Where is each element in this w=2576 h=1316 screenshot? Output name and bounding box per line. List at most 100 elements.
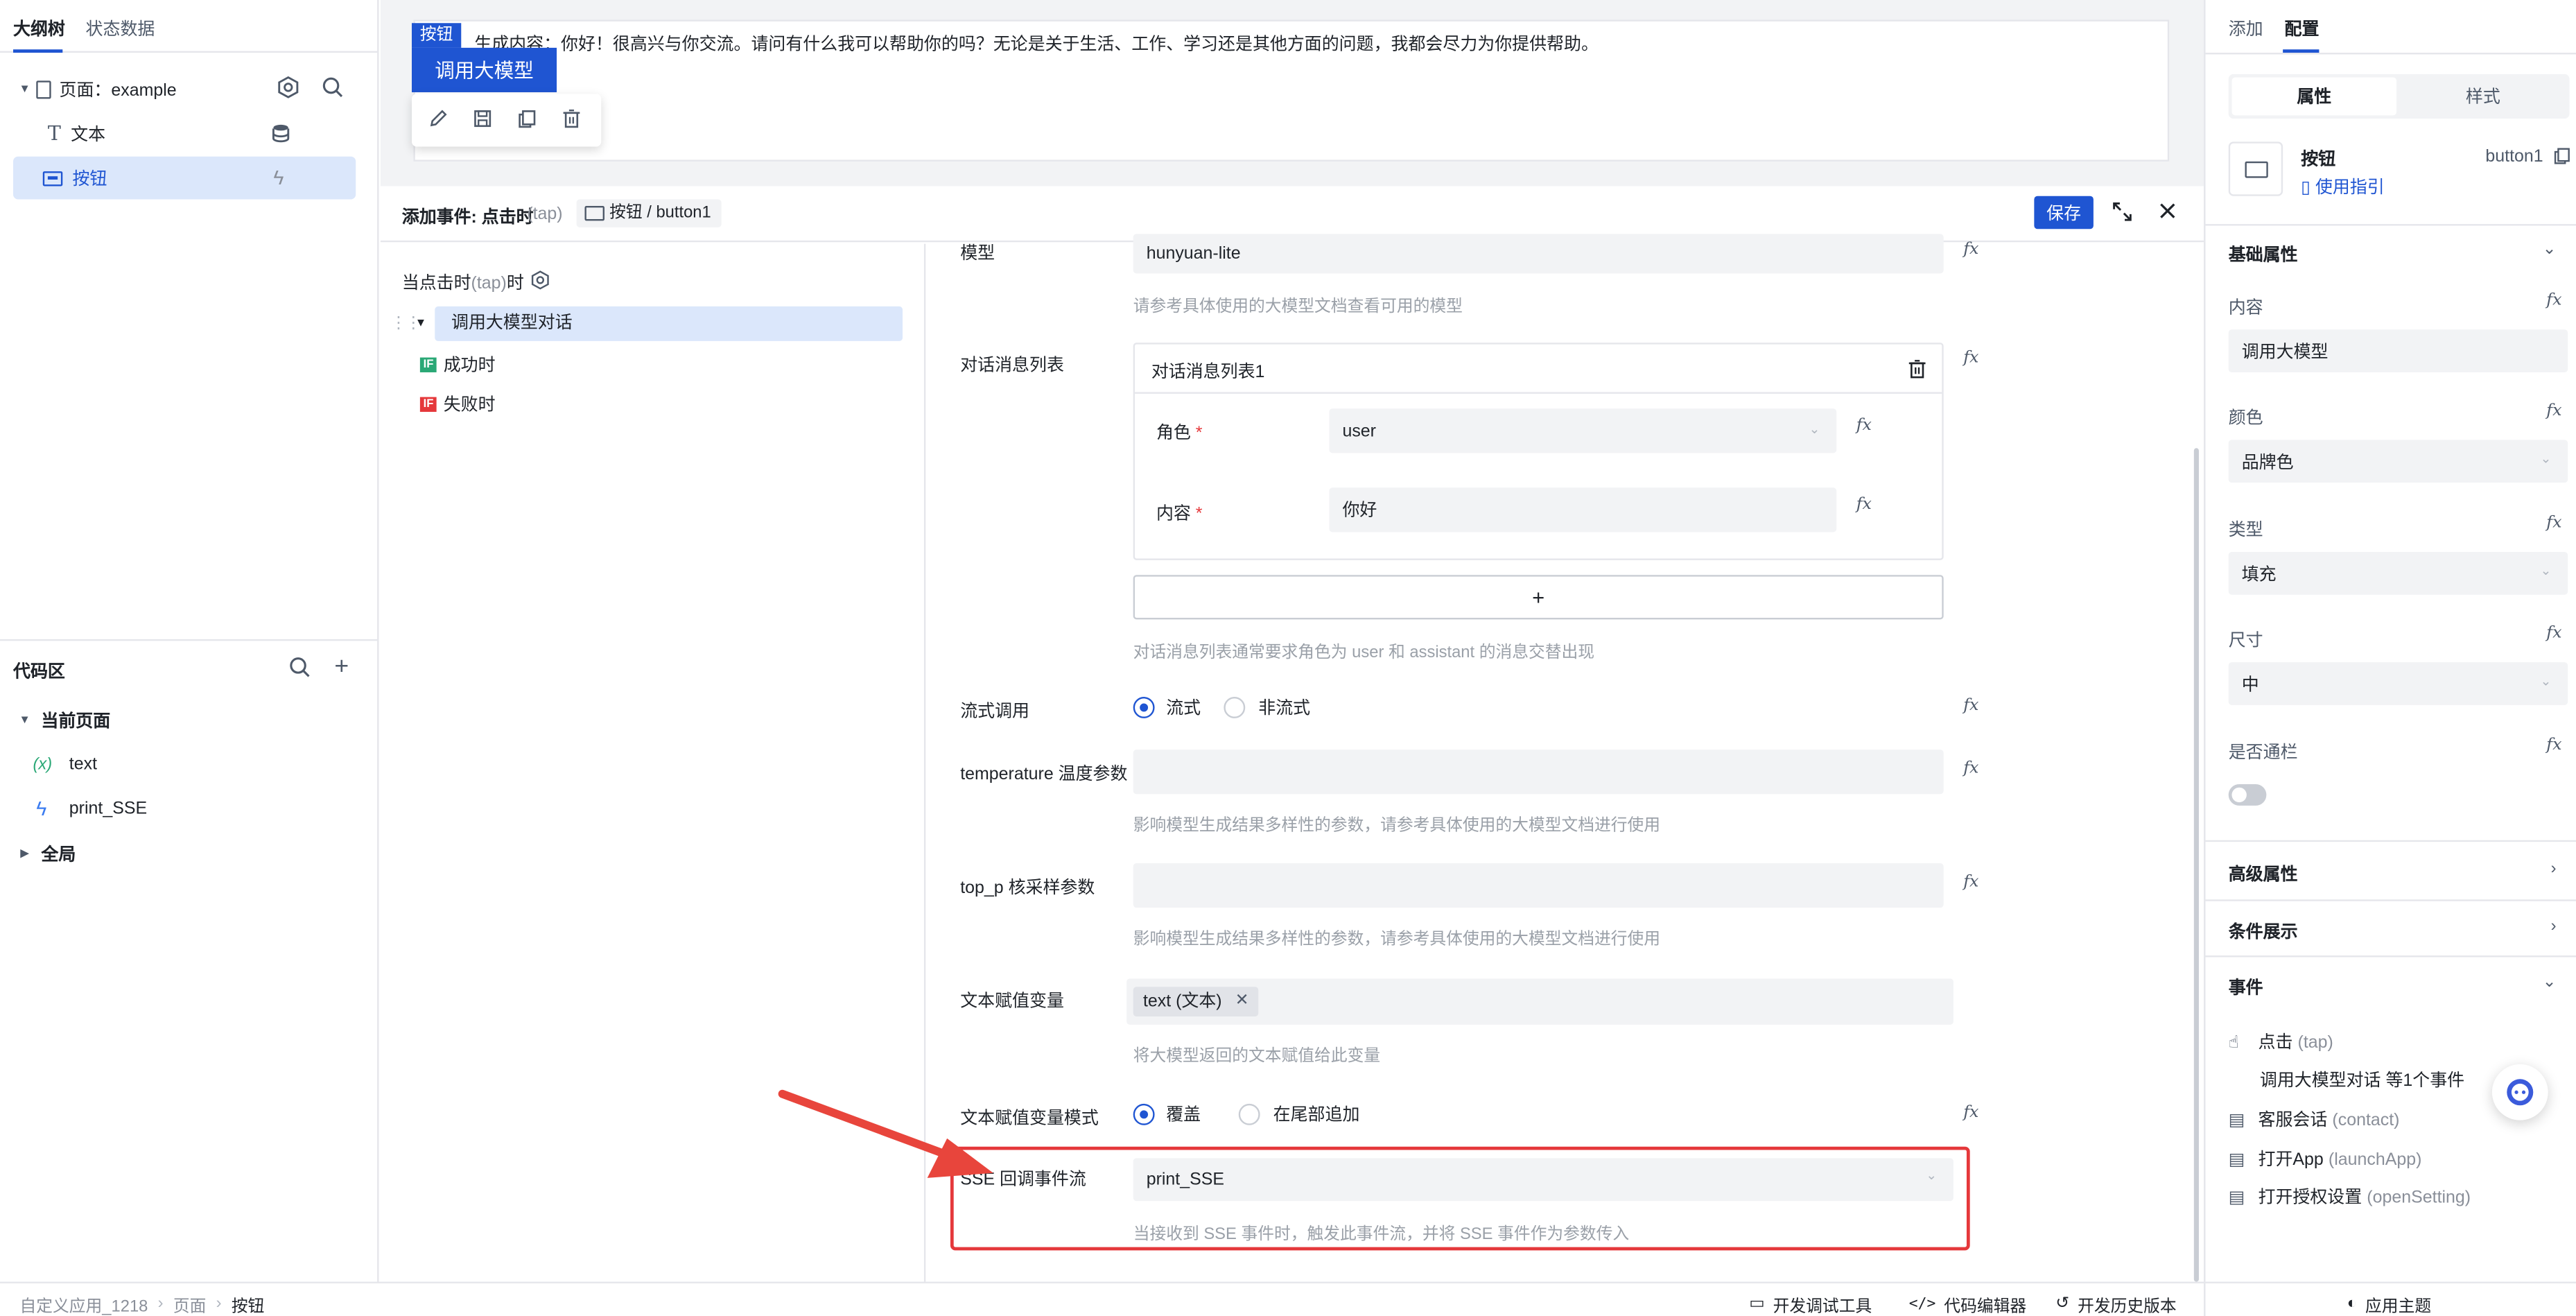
- save-button[interactable]: 保存: [2034, 196, 2094, 230]
- role-select[interactable]: user ⌄: [1329, 408, 1837, 453]
- settings-icon[interactable]: [277, 76, 299, 103]
- fx-icon[interactable]: fx: [2546, 736, 2561, 754]
- fx-icon[interactable]: fx: [2546, 402, 2561, 420]
- breadcrumb-app[interactable]: 自定义应用_1218: [20, 1292, 148, 1316]
- fx-icon[interactable]: fx: [2546, 514, 2561, 532]
- code-item-text[interactable]: (x) text: [13, 743, 356, 786]
- code-area-title: 代码区: [13, 662, 65, 682]
- breadcrumb-page[interactable]: 页面: [173, 1292, 207, 1316]
- history-button[interactable]: ↺ 开发历史版本: [2055, 1292, 2176, 1316]
- preview-button[interactable]: 调用大模型: [412, 47, 557, 93]
- prop-color-select[interactable]: 品牌色 ⌄: [2228, 440, 2568, 483]
- mode-radio-group: 覆盖 在尾部追加: [1133, 1102, 1359, 1127]
- theme-button[interactable]: ◐ 应用主题: [2347, 1292, 2431, 1316]
- save-icon[interactable]: [473, 109, 493, 134]
- caret-down-icon[interactable]: ▼: [415, 318, 426, 330]
- dev-tools-button[interactable]: ▭ 开发调试工具: [1749, 1292, 1872, 1316]
- caret-right-icon[interactable]: ▶: [13, 847, 36, 860]
- temperature-hint: 影响模型生成结果多样性的参数，请参考具体使用的大模型文档进行使用: [1133, 817, 1661, 836]
- tab-outline[interactable]: 大纲树: [13, 17, 65, 42]
- sse-select[interactable]: print_SSE ⌄: [1133, 1158, 1953, 1202]
- fx-icon[interactable]: fx: [2546, 292, 2561, 310]
- fx-icon[interactable]: fx: [1963, 241, 1978, 259]
- add-icon[interactable]: +: [334, 652, 349, 680]
- tab-state-data[interactable]: 状态数据: [86, 17, 155, 42]
- chevron-down-icon[interactable]: ⌄: [2543, 241, 2557, 259]
- action-item[interactable]: 调用大模型对话: [435, 306, 903, 341]
- scrollbar[interactable]: [2193, 448, 2199, 1282]
- event-contact-label: 客服会话: [2258, 1110, 2328, 1130]
- prop-type-select[interactable]: 填充 ⌄: [2228, 551, 2568, 595]
- code-editor-button[interactable]: </> 代码编辑器: [1909, 1292, 2026, 1316]
- radio-cover[interactable]: [1133, 1103, 1155, 1125]
- success-branch[interactable]: IF 成功时: [419, 352, 496, 377]
- prop-size-select[interactable]: 中 ⌄: [2228, 662, 2568, 705]
- fx-icon[interactable]: fx: [1963, 759, 1978, 777]
- code-current-page[interactable]: ▼ 当前页面: [13, 698, 356, 741]
- prop-content-input[interactable]: 调用大模型: [2228, 329, 2568, 372]
- code-global[interactable]: ▶ 全局: [13, 832, 356, 875]
- caret-down-icon[interactable]: ▼: [13, 83, 36, 95]
- stream-label: 流式调用: [960, 702, 1029, 722]
- event-contact[interactable]: ▤ 客服会话 (contact): [2229, 1107, 2400, 1132]
- code-item-print-sse[interactable]: ϟ print_SSE: [13, 788, 356, 831]
- chevron-right-icon[interactable]: ›: [2551, 917, 2557, 935]
- edit-icon[interactable]: [428, 109, 449, 134]
- close-icon[interactable]: [2158, 201, 2178, 226]
- assistant-float-button[interactable]: [2491, 1064, 2548, 1120]
- caret-down-icon[interactable]: ▼: [13, 714, 36, 726]
- close-icon[interactable]: ✕: [1235, 987, 1249, 1016]
- text-var-select[interactable]: text (文本) ✕: [1126, 978, 1953, 1025]
- search-icon[interactable]: [288, 656, 311, 684]
- settings-icon[interactable]: [530, 270, 550, 295]
- component-tag: 按钮: [412, 23, 462, 48]
- event-tap[interactable]: ☝ 点击 (tap): [2229, 1030, 2333, 1055]
- copy-icon[interactable]: [517, 109, 537, 134]
- condition-title[interactable]: 条件展示: [2229, 919, 2298, 944]
- search-icon[interactable]: [321, 76, 344, 103]
- chevron-right-icon[interactable]: ›: [2551, 860, 2557, 878]
- trash-icon[interactable]: [1907, 359, 1927, 384]
- subtab-style[interactable]: 样式: [2400, 78, 2566, 116]
- tab-add[interactable]: 添加: [2229, 17, 2263, 42]
- fx-icon[interactable]: fx: [1856, 496, 1872, 514]
- event-open-setting[interactable]: ▤ 打开授权设置 (openSetting): [2229, 1184, 2471, 1209]
- fx-icon[interactable]: fx: [2546, 625, 2561, 643]
- fx-icon[interactable]: fx: [1963, 349, 1978, 367]
- block-toggle[interactable]: [2228, 783, 2267, 806]
- chevron-down-icon[interactable]: ⌄: [2543, 973, 2557, 992]
- radio-non-stream[interactable]: [1224, 697, 1246, 718]
- expand-icon[interactable]: [2112, 201, 2133, 227]
- temperature-input[interactable]: [1133, 750, 1944, 795]
- radio-append[interactable]: [1238, 1103, 1260, 1125]
- trash-icon[interactable]: [562, 109, 582, 134]
- event-form: 模型 hunyuan-lite fx 请参考具体使用的大模型文档查看可用的模型 …: [928, 234, 2204, 1282]
- tree-item-button[interactable]: 按钮 ϟ: [13, 156, 356, 200]
- trigger-row: 当点击时 (tap) 时: [402, 270, 550, 295]
- fx-icon[interactable]: fx: [1963, 697, 1978, 715]
- event-tap-sub: (tap): [2297, 1032, 2333, 1053]
- fx-icon[interactable]: fx: [1856, 417, 1872, 435]
- radio-stream[interactable]: [1133, 697, 1155, 718]
- advanced-props-title[interactable]: 高级属性: [2229, 862, 2298, 887]
- breadcrumb-component[interactable]: 按钮: [232, 1292, 265, 1316]
- content-input[interactable]: 你好: [1329, 487, 1837, 533]
- sse-hint: 当接收到 SSE 事件时，触发此事件流，并将 SSE 事件作为参数传入: [1133, 1225, 1630, 1244]
- fx-icon[interactable]: fx: [1963, 1104, 1978, 1122]
- fx-icon[interactable]: fx: [1963, 873, 1978, 891]
- tab-config[interactable]: 配置: [2285, 17, 2320, 42]
- copy-icon[interactable]: [2553, 146, 2571, 169]
- tap-summary[interactable]: 调用大模型对话 等1个事件: [2260, 1068, 2464, 1093]
- add-message-button[interactable]: +: [1133, 575, 1944, 620]
- prop-type-value: 填充: [2241, 564, 2277, 585]
- event-launch-app[interactable]: ▤ 打开App (launchApp): [2229, 1147, 2422, 1172]
- model-input[interactable]: hunyuan-lite: [1133, 234, 1944, 274]
- tree-page-row[interactable]: ▼ 页面：example: [13, 67, 356, 110]
- tree-item-text[interactable]: T 文本: [13, 112, 356, 155]
- fail-branch[interactable]: IF 失败时: [419, 392, 496, 417]
- subtab-group: 属性 样式: [2228, 73, 2570, 119]
- event-launch-app-sub: (launchApp): [2328, 1149, 2422, 1169]
- guide-link[interactable]: ▯ 使用指引: [2301, 175, 2384, 200]
- subtab-props[interactable]: 属性: [2231, 77, 2397, 116]
- top-p-input[interactable]: [1133, 863, 1944, 908]
